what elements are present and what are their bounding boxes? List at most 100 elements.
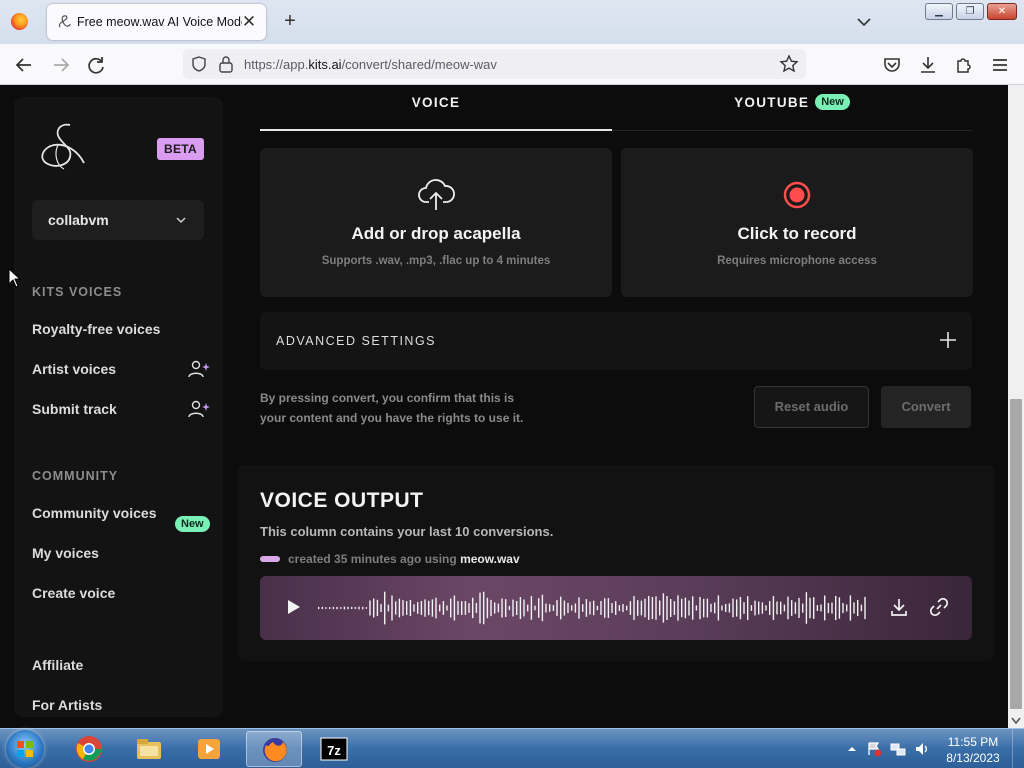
page-content: BETA collabvm KITS VOICES Royalty-free v…	[0, 85, 1008, 728]
download-icon[interactable]	[888, 596, 910, 618]
chevron-down-icon	[176, 217, 186, 224]
browser-tab-active[interactable]: Free meow.wav AI Voice Model ✕	[47, 4, 266, 40]
workspace-name: collabvm	[48, 212, 109, 228]
link-icon[interactable]	[928, 596, 950, 618]
back-icon[interactable]	[13, 54, 35, 76]
7zip-icon: 7z	[320, 737, 348, 761]
taskbar-clock[interactable]: 11:55 PM 8/13/2023	[938, 734, 1008, 766]
advanced-settings-label: ADVANCED SETTINGS	[276, 334, 437, 348]
show-hidden-icons-icon[interactable]	[844, 741, 860, 757]
sidebar-item-my-voices[interactable]: My voices	[32, 545, 99, 561]
tab-list-chevron-icon[interactable]	[854, 12, 874, 32]
reset-audio-button[interactable]: Reset audio	[754, 386, 869, 428]
window-controls: ▁ ❐ ✕	[925, 3, 1017, 20]
kits-logo-icon[interactable]	[32, 119, 88, 175]
play-icon[interactable]	[284, 598, 302, 616]
sidebar-item-affiliate[interactable]: Affiliate	[32, 657, 83, 673]
pocket-icon[interactable]	[881, 54, 903, 76]
bookmark-star-icon[interactable]	[779, 54, 799, 74]
sidebar-item-artist-voices[interactable]: Artist voices	[32, 361, 116, 377]
sidebar-item-royalty-free-voices[interactable]: Royalty-free voices	[32, 321, 160, 337]
waveform[interactable]	[316, 588, 870, 628]
browser-navbar: https://app.kits.ai/convert/shared/meow-…	[0, 44, 1024, 85]
sidebar-item-community-voices[interactable]: Community voices	[32, 505, 156, 521]
taskbar-explorer[interactable]	[121, 731, 177, 767]
forward-icon[interactable]	[50, 54, 72, 76]
sidebar-item-submit-track[interactable]: Submit track	[32, 401, 117, 417]
start-button[interactable]	[6, 730, 44, 768]
record-icon	[783, 181, 811, 209]
tracking-shield-icon[interactable]	[190, 55, 208, 73]
voice-output-subtitle: This column contains your last 10 conver…	[260, 524, 554, 539]
volume-icon[interactable]	[914, 741, 930, 757]
windows-logo-icon	[17, 741, 33, 757]
record-button[interactable]: Click to record Requires microphone acce…	[621, 148, 973, 297]
network-icon[interactable]	[890, 741, 906, 757]
taskbar-chrome[interactable]	[61, 731, 117, 767]
folder-icon	[137, 739, 161, 759]
firefox-icon	[263, 738, 287, 762]
section-community: COMMUNITY	[32, 469, 119, 483]
workspace-dropdown[interactable]: collabvm	[32, 200, 204, 240]
taskbar-7zip[interactable]: 7z	[306, 731, 362, 767]
consent-line-2: your content and you have the rights to …	[260, 411, 524, 425]
conversion-model-name[interactable]: meow.wav	[460, 552, 520, 566]
sidebar: BETA collabvm KITS VOICES Royalty-free v…	[14, 97, 223, 717]
svg-text:7z: 7z	[327, 743, 341, 758]
clock-date: 8/13/2023	[946, 751, 1000, 765]
voice-output-panel: VOICE OUTPUT This column contains your l…	[238, 465, 994, 661]
extensions-icon[interactable]	[953, 54, 975, 76]
downloads-icon[interactable]	[917, 54, 939, 76]
taskbar-media-player[interactable]	[181, 731, 237, 767]
new-badge: New	[175, 516, 210, 532]
consent-line-1: By pressing convert, you confirm that th…	[260, 391, 515, 405]
advanced-settings-toggle[interactable]: ADVANCED SETTINGS	[260, 312, 972, 370]
close-window-icon[interactable]: ✕	[987, 3, 1017, 20]
record-title: Click to record	[737, 224, 857, 243]
audio-player	[260, 576, 972, 640]
new-tab-icon[interactable]: +	[280, 11, 300, 31]
chrome-icon	[76, 736, 102, 762]
tab-youtube-label: YOUTUBE	[734, 95, 810, 110]
maximize-icon[interactable]: ❐	[956, 3, 984, 20]
tab-title: Free meow.wav AI Voice Model	[77, 15, 242, 29]
sidebar-item-create-voice[interactable]: Create voice	[32, 585, 115, 601]
user-sparkle-icon[interactable]	[187, 359, 211, 379]
tab-youtube[interactable]: YOUTUBE New	[612, 85, 972, 131]
minimize-icon[interactable]: ▁	[925, 3, 953, 20]
address-bar[interactable]: https://app.kits.ai/convert/shared/meow-…	[183, 49, 806, 79]
conversion-meta: created 35 minutes ago using meow.wav	[260, 552, 520, 568]
kits-favicon-icon	[58, 15, 71, 28]
windows-taskbar: 7z 11:55 PM 8/13/2023	[0, 728, 1024, 768]
menu-hamburger-icon[interactable]	[989, 54, 1011, 76]
convert-button[interactable]: Convert	[881, 386, 971, 428]
voice-output-title: VOICE OUTPUT	[260, 489, 424, 512]
show-desktop-button[interactable]	[1012, 729, 1024, 768]
conversion-meta-text: created 35 minutes ago using	[288, 552, 457, 566]
browser-tabbar: Free meow.wav AI Voice Model ✕ + ▁ ❐ ✕	[0, 0, 1024, 44]
record-subtitle: Requires microphone access	[717, 255, 877, 267]
taskbar-firefox[interactable]	[246, 731, 302, 767]
firefox-icon[interactable]	[11, 13, 28, 30]
scrollbar-thumb[interactable]	[1010, 399, 1022, 709]
lock-icon[interactable]	[218, 55, 234, 73]
plus-icon	[940, 332, 956, 348]
upload-subtitle: Supports .wav, .mp3, .flac up to 4 minut…	[321, 255, 551, 267]
reload-icon[interactable]	[85, 54, 107, 76]
url-text[interactable]: https://app.kits.ai/convert/shared/meow-…	[244, 57, 497, 72]
screen: Free meow.wav AI Voice Model ✕ + ▁ ❐ ✕ h…	[0, 0, 1024, 768]
page-scrollbar[interactable]	[1008, 85, 1024, 728]
mouse-cursor-icon	[8, 268, 22, 288]
action-center-flag-icon[interactable]	[866, 741, 882, 757]
sidebar-item-for-artists[interactable]: For Artists	[32, 697, 102, 713]
upload-dropzone[interactable]: Add or drop acapella Supports .wav, .mp3…	[260, 148, 612, 297]
section-kits-voices: KITS VOICES	[32, 285, 123, 299]
scroll-down-arrow-icon[interactable]	[1011, 717, 1021, 725]
media-player-icon	[198, 739, 220, 759]
user-sparkle-icon[interactable]	[187, 399, 211, 419]
upload-title: Add or drop acapella	[351, 224, 521, 243]
tab-close-icon[interactable]: ✕	[238, 11, 260, 33]
voice-color-pill	[260, 555, 280, 562]
tab-voice[interactable]: VOICE	[260, 85, 612, 131]
clock-time: 11:55 PM	[947, 735, 999, 749]
